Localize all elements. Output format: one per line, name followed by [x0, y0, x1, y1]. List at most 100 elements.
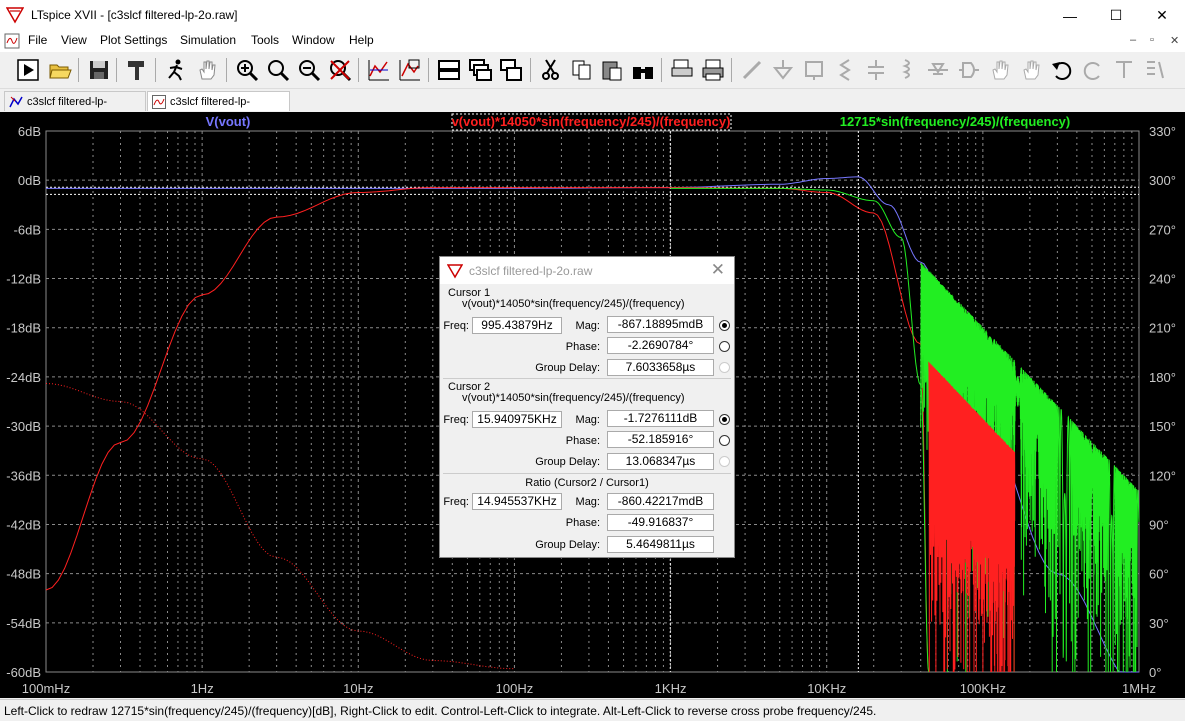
x-tick-label: 100mHz — [22, 681, 70, 696]
y-tick-label-left: -12dB — [6, 272, 41, 287]
menu-help[interactable]: Help — [349, 33, 374, 47]
legend-green-trace[interactable]: 12715*sin(frequency/245)/(frequency) — [840, 114, 1070, 129]
run-icon[interactable] — [16, 58, 40, 82]
ground-icon — [772, 60, 794, 80]
x-tick-label: 10Hz — [343, 681, 373, 696]
tab-waveform[interactable]: c3slcf filtered-lp-2o.raw — [147, 91, 290, 128]
ratio-freq-field[interactable]: 14.945537KHz — [472, 493, 562, 510]
zoom-cancel-icon[interactable] — [328, 58, 352, 82]
cursor2-mag-radio[interactable] — [719, 414, 730, 425]
text-icon — [1116, 61, 1132, 78]
x-axis: 100mHz 1Hz 10Hz 100Hz 1KHz 10KHz 100KHz 1MHz — [22, 681, 1156, 696]
ratio-phase-label: Phase: — [565, 517, 600, 529]
cursor1-group-delay-radio[interactable] — [719, 362, 730, 373]
close-icon: ✕ — [1156, 7, 1168, 23]
menu-simulation[interactable]: Simulation — [180, 33, 236, 47]
zoom-out-icon[interactable] — [297, 58, 321, 82]
cursor1-mag-label: Mag: — [575, 320, 600, 332]
zoom-area-icon[interactable] — [266, 58, 290, 82]
open-folder-icon[interactable] — [48, 58, 72, 82]
cursor2-group-delay-field[interactable]: 13.068347µs — [607, 453, 714, 470]
minimize-button[interactable]: — — [1047, 0, 1093, 31]
close-button[interactable]: ✕ — [1139, 0, 1185, 31]
window-title: LTspice XVII - [c3slcf filtered-lp-2o.ra… — [31, 8, 238, 22]
paste-icon[interactable] — [600, 58, 624, 82]
print-icon[interactable] — [701, 58, 725, 82]
copy-icon[interactable] — [570, 58, 594, 82]
cursor1-mag-radio[interactable] — [719, 320, 730, 331]
y-tick-label-right: 210° — [1149, 321, 1176, 336]
hand-icon[interactable] — [195, 58, 219, 82]
x-tick-label: 1MHz — [1122, 681, 1156, 696]
document-waveform-icon[interactable] — [4, 33, 20, 49]
cursor2-group-delay-radio[interactable] — [719, 456, 730, 467]
save-icon[interactable] — [87, 58, 111, 82]
mdi-close-button[interactable]: ✕ — [1170, 34, 1179, 47]
move-icon — [992, 60, 1009, 80]
tab-schematic[interactable]: c3slcf filtered-lp-2o.asc — [4, 91, 146, 128]
cursor2-freq-field[interactable]: 15.940975KHz — [472, 411, 562, 428]
cursor1-group-delay-field[interactable]: 7.6033658µs — [607, 359, 714, 376]
tile-horizontal-icon[interactable] — [437, 58, 461, 82]
cursor-graph-icon[interactable] — [398, 58, 422, 82]
y-tick-label-left: -42dB — [6, 517, 41, 532]
y-tick-label-left: -36dB — [6, 468, 41, 483]
cursor2-mag-field[interactable]: -1.7276111dB — [607, 410, 714, 427]
cut-icon[interactable] — [539, 58, 563, 82]
waveform-icon — [152, 95, 166, 109]
cursor1-group-delay-label: Group Delay: — [535, 362, 600, 374]
cursor2-phase-field[interactable]: -52.185916° — [607, 431, 714, 448]
tile-vertical-icon[interactable] — [499, 58, 523, 82]
cascade-icon[interactable] — [468, 58, 492, 82]
menu-tools[interactable]: Tools — [251, 33, 279, 47]
undo-icon[interactable] — [1050, 58, 1074, 82]
cursor2-freq-label: Freq: — [443, 414, 469, 426]
legend-vout[interactable]: V(vout) — [206, 114, 251, 129]
menu-window[interactable]: Window — [292, 33, 335, 47]
schematic-icon — [9, 96, 23, 108]
cursor2-group-delay-label: Group Delay: — [535, 456, 600, 468]
y-tick-label-left: 6dB — [18, 124, 41, 139]
y-axis-right: 330° 300° 270° 240° 210° 180° 150° 120° 90° 60° 30… — [1149, 124, 1176, 680]
find-icon[interactable] — [631, 58, 655, 82]
legend-red-trace[interactable]: v(vout)*14050*sin(frequency/245)/(freque… — [452, 114, 731, 129]
y-tick-label-right: 120° — [1149, 468, 1176, 483]
x-tick-label: 1Hz — [191, 681, 214, 696]
ratio-group-delay-field[interactable]: 5.4649811µs — [607, 536, 714, 553]
cursor2-phase-radio[interactable] — [719, 435, 730, 446]
cursor2-expression: v(vout)*14050*sin(frequency/245)/(freque… — [462, 392, 685, 404]
maximize-icon: ☐ — [1109, 7, 1123, 23]
dialog-close-icon[interactable]: ✕ — [711, 260, 725, 280]
ratio-heading: Ratio (Cursor2 / Cursor1) — [525, 477, 649, 489]
y-tick-label-right: 330° — [1149, 124, 1176, 139]
ratio-mag-field[interactable]: -860.42217mdB — [607, 493, 714, 510]
zoom-in-icon[interactable] — [235, 58, 259, 82]
ratio-group-delay-label: Group Delay: — [535, 539, 600, 551]
y-tick-label-left: -24dB — [6, 370, 41, 385]
mdi-minimize-button[interactable]: – — [1130, 34, 1136, 46]
x-tick-label: 1KHz — [655, 681, 687, 696]
maximize-button[interactable]: ☐ — [1093, 0, 1139, 31]
autorange-icon[interactable] — [367, 58, 391, 82]
y-tick-label-left: -6dB — [14, 222, 41, 237]
run-man-icon[interactable] — [164, 58, 188, 82]
menu-plot-settings[interactable]: Plot Settings — [100, 33, 167, 47]
menu-view[interactable]: View — [61, 33, 87, 47]
mdi-restore-button[interactable]: ▫ — [1150, 34, 1154, 46]
cursor1-freq-label: Freq: — [443, 320, 469, 332]
cursor2-phase-label: Phase: — [565, 435, 600, 447]
ltspice-logo-icon — [447, 264, 463, 279]
ratio-mag-label: Mag: — [575, 496, 600, 508]
dialog-title-bar: c3slcf filtered-lp-2o.raw ✕ — [440, 257, 734, 284]
cursor1-expression: v(vout)*14050*sin(frequency/245)/(freque… — [462, 298, 685, 310]
hammer-icon[interactable] — [125, 58, 149, 82]
ratio-phase-field[interactable]: -49.916837° — [607, 514, 714, 531]
y-tick-label-left: -18dB — [6, 321, 41, 336]
menu-file[interactable]: File — [28, 33, 47, 47]
cursor1-freq-field[interactable]: 995.43879Hz — [472, 317, 562, 334]
cursor1-phase-radio[interactable] — [719, 341, 730, 352]
cursor-dialog: c3slcf filtered-lp-2o.raw ✕ Cursor 1 v(v… — [439, 256, 735, 558]
print-preview-icon[interactable] — [670, 58, 694, 82]
cursor1-mag-field[interactable]: -867.18895mdB — [607, 316, 714, 333]
cursor1-phase-field[interactable]: -2.2690784° — [607, 337, 714, 354]
